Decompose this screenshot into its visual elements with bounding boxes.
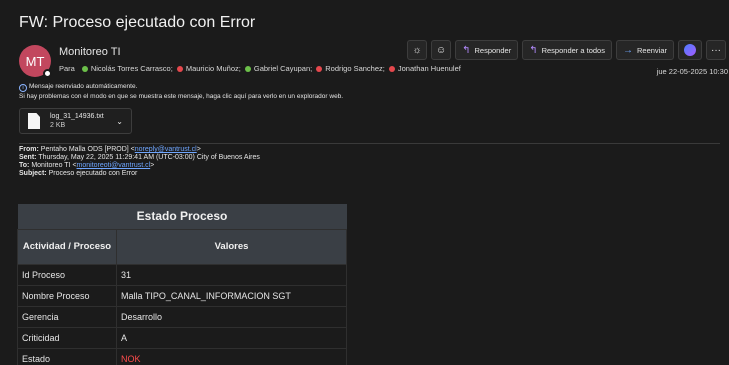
row-label: Gerencia: [17, 305, 117, 328]
recipient[interactable]: Jonathan Huenulef: [387, 64, 461, 73]
more-icon: ···: [711, 44, 721, 56]
table-row: Id Proceso 31: [17, 263, 347, 286]
to-email-link[interactable]: monitoreoti@vantrust.cl: [77, 162, 151, 169]
attachment-name: log_31_14936.txt: [50, 113, 104, 120]
brightness-button[interactable]: ☼: [407, 40, 428, 60]
more-actions-button[interactable]: ···: [706, 40, 726, 60]
reply-all-icon: ↰: [529, 44, 538, 56]
recipient[interactable]: Nicolás Torres Carrasco;: [80, 64, 173, 73]
process-status-table: Estado Proceso Actividad / Proceso Valor…: [17, 204, 347, 365]
to-label: Para: [59, 64, 75, 73]
presence-dot-icon: [316, 65, 323, 72]
row-value: Desarrollo: [116, 305, 347, 328]
office-logo-icon: [684, 44, 696, 56]
reply-button[interactable]: ↰ Responder: [455, 40, 519, 60]
table-title: Estado Proceso: [17, 204, 347, 229]
from-email-link[interactable]: noreply@vantrust.cl: [135, 146, 197, 153]
presence-dot-icon: [388, 65, 395, 72]
attachment-size: 2 KB: [50, 122, 66, 129]
forward-icon: →: [622, 44, 633, 56]
presence-indicator: [43, 69, 52, 78]
presence-dot-icon: [81, 65, 88, 72]
recipient[interactable]: Mauricio Muñoz;: [175, 64, 241, 73]
forward-notice[interactable]: i Mensaje reenviado automáticamente. Si h…: [19, 82, 343, 101]
row-label: Criticidad: [17, 326, 117, 349]
recipient[interactable]: Rodrigo Sanchez;: [314, 64, 385, 73]
reply-icon: ↰: [462, 44, 471, 56]
column-header: Actividad / Proceso: [17, 228, 117, 265]
column-header: Valores: [116, 228, 347, 265]
email-subject: FW: Proceso ejecutado con Error: [19, 14, 256, 31]
table-row: Nombre Proceso Malla TIPO_CANAL_INFORMACI…: [17, 284, 347, 307]
forward-button[interactable]: → Reenviar: [615, 40, 674, 60]
table-row: Criticidad A: [17, 326, 347, 349]
row-label: Id Proceso: [17, 263, 117, 286]
table-row: Estado NOK: [17, 347, 347, 365]
presence-dot-icon: [244, 65, 251, 72]
received-date: jue 22-05-2025 10:30: [656, 67, 728, 76]
row-value: 31: [116, 263, 347, 286]
row-label: Estado: [17, 347, 117, 365]
file-icon: [28, 113, 40, 129]
row-value: Malla TIPO_CANAL_INFORMACION SGT: [116, 284, 347, 307]
reaction-button[interactable]: ☺: [431, 40, 452, 60]
forwarded-header: From: Pentaho Malla ODS [PROD] <noreply@…: [19, 146, 260, 177]
info-icon: i: [19, 84, 27, 92]
recipient[interactable]: Gabriel Cayupan;: [243, 64, 312, 73]
row-value: A: [116, 326, 347, 349]
presence-dot-icon: [176, 65, 183, 72]
message-toolbar: ☼ ☺ ↰ Responder ↰ Responder a todos → Reenv…: [407, 40, 726, 60]
table-row: Gerencia Desarrollo: [17, 305, 347, 328]
divider: [19, 143, 720, 144]
sender-name[interactable]: Monitoreo TI: [59, 46, 121, 58]
status-value: NOK: [116, 347, 347, 365]
row-label: Nombre Proceso: [17, 284, 117, 307]
recipients-line: Para Nicolás Torres Carrasco; Mauricio M…: [59, 64, 463, 73]
attachment-card[interactable]: log_31_14936.txt 2 KB ⌄: [19, 108, 132, 134]
chevron-down-icon[interactable]: ⌄: [116, 117, 123, 126]
sun-icon: ☼: [412, 44, 422, 56]
smiley-icon: ☺: [436, 44, 447, 56]
office-addin-button[interactable]: [678, 40, 702, 60]
reply-all-button[interactable]: ↰ Responder a todos: [522, 40, 612, 60]
